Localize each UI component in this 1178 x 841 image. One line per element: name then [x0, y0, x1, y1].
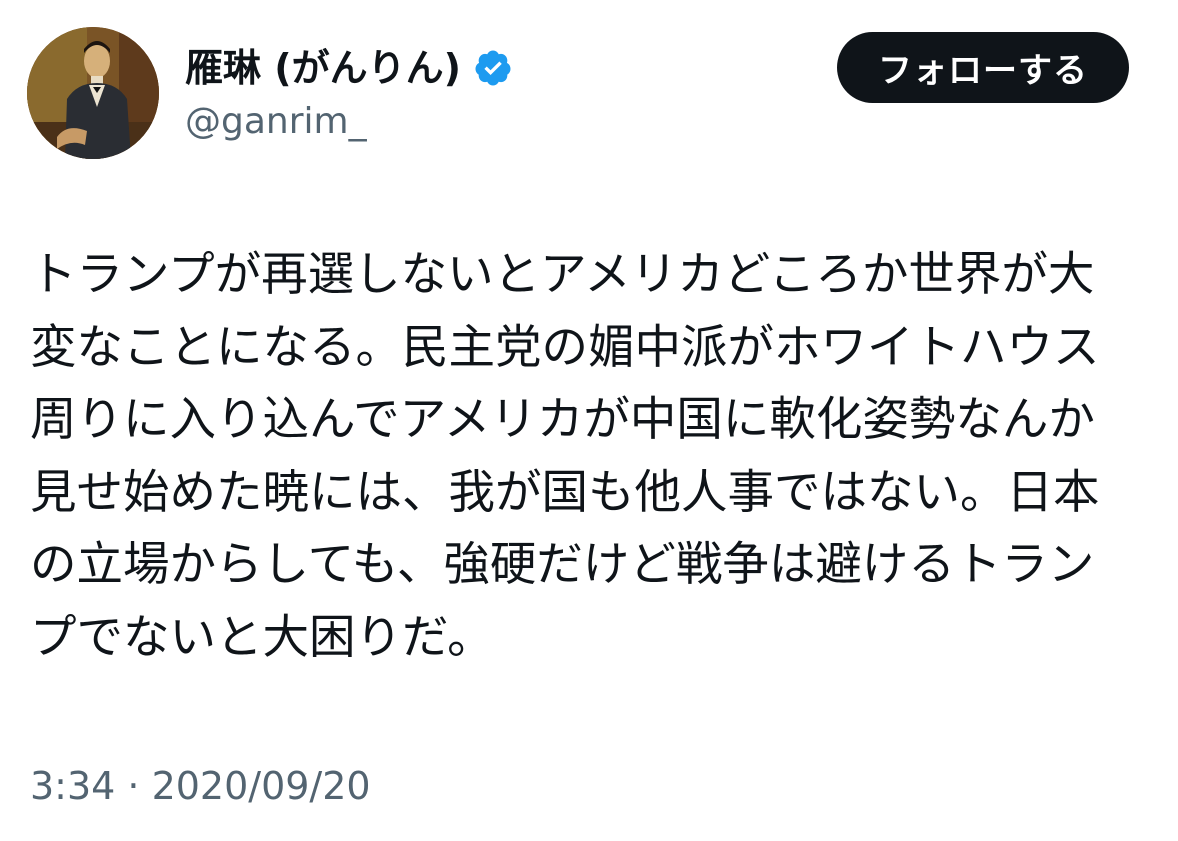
tweet-timestamp[interactable]: 3:34 · 2020/09/20 — [30, 758, 371, 814]
tweet-text-line: 変なことになる。民主党の媚中派がホワイトハウス — [30, 319, 1100, 374]
tweet-text: トランプが再選しないとアメリカどころか世界が大 変なことになる。民主党の媚中派が… — [30, 238, 1140, 673]
author-name-row: 雁琳 (がんりん) — [185, 40, 513, 96]
tweet-text-line: 見せ始めた暁には、我が国も他人事ではない。日本 — [30, 464, 1100, 519]
tweet-text-line: 周りに入り込んでアメリカが中国に軟化姿勢なんか — [30, 392, 1095, 446]
portrait-painting-avatar-icon — [27, 27, 159, 159]
tweet-text-line: トランプが再選しないとアメリカどころか世界が大 — [30, 247, 1095, 301]
tweet-text-line: プでないと大困りだ。 — [30, 609, 494, 664]
tweet-card: 雁琳 (がんりん) @ganrim_ フォローする トランプが再選しないとアメリ… — [0, 0, 1178, 841]
follow-button[interactable]: フォローする — [837, 32, 1129, 103]
avatar[interactable] — [27, 27, 159, 159]
verified-badge-icon — [473, 48, 513, 88]
display-name[interactable]: 雁琳 (がんりん) — [185, 40, 461, 96]
tweet-text-line: の立場からしても、強硬だけど戦争は避けるトラン — [30, 537, 1095, 591]
author-block: 雁琳 (がんりん) @ganrim_ — [185, 40, 513, 146]
author-handle[interactable]: @ganrim_ — [185, 98, 513, 146]
